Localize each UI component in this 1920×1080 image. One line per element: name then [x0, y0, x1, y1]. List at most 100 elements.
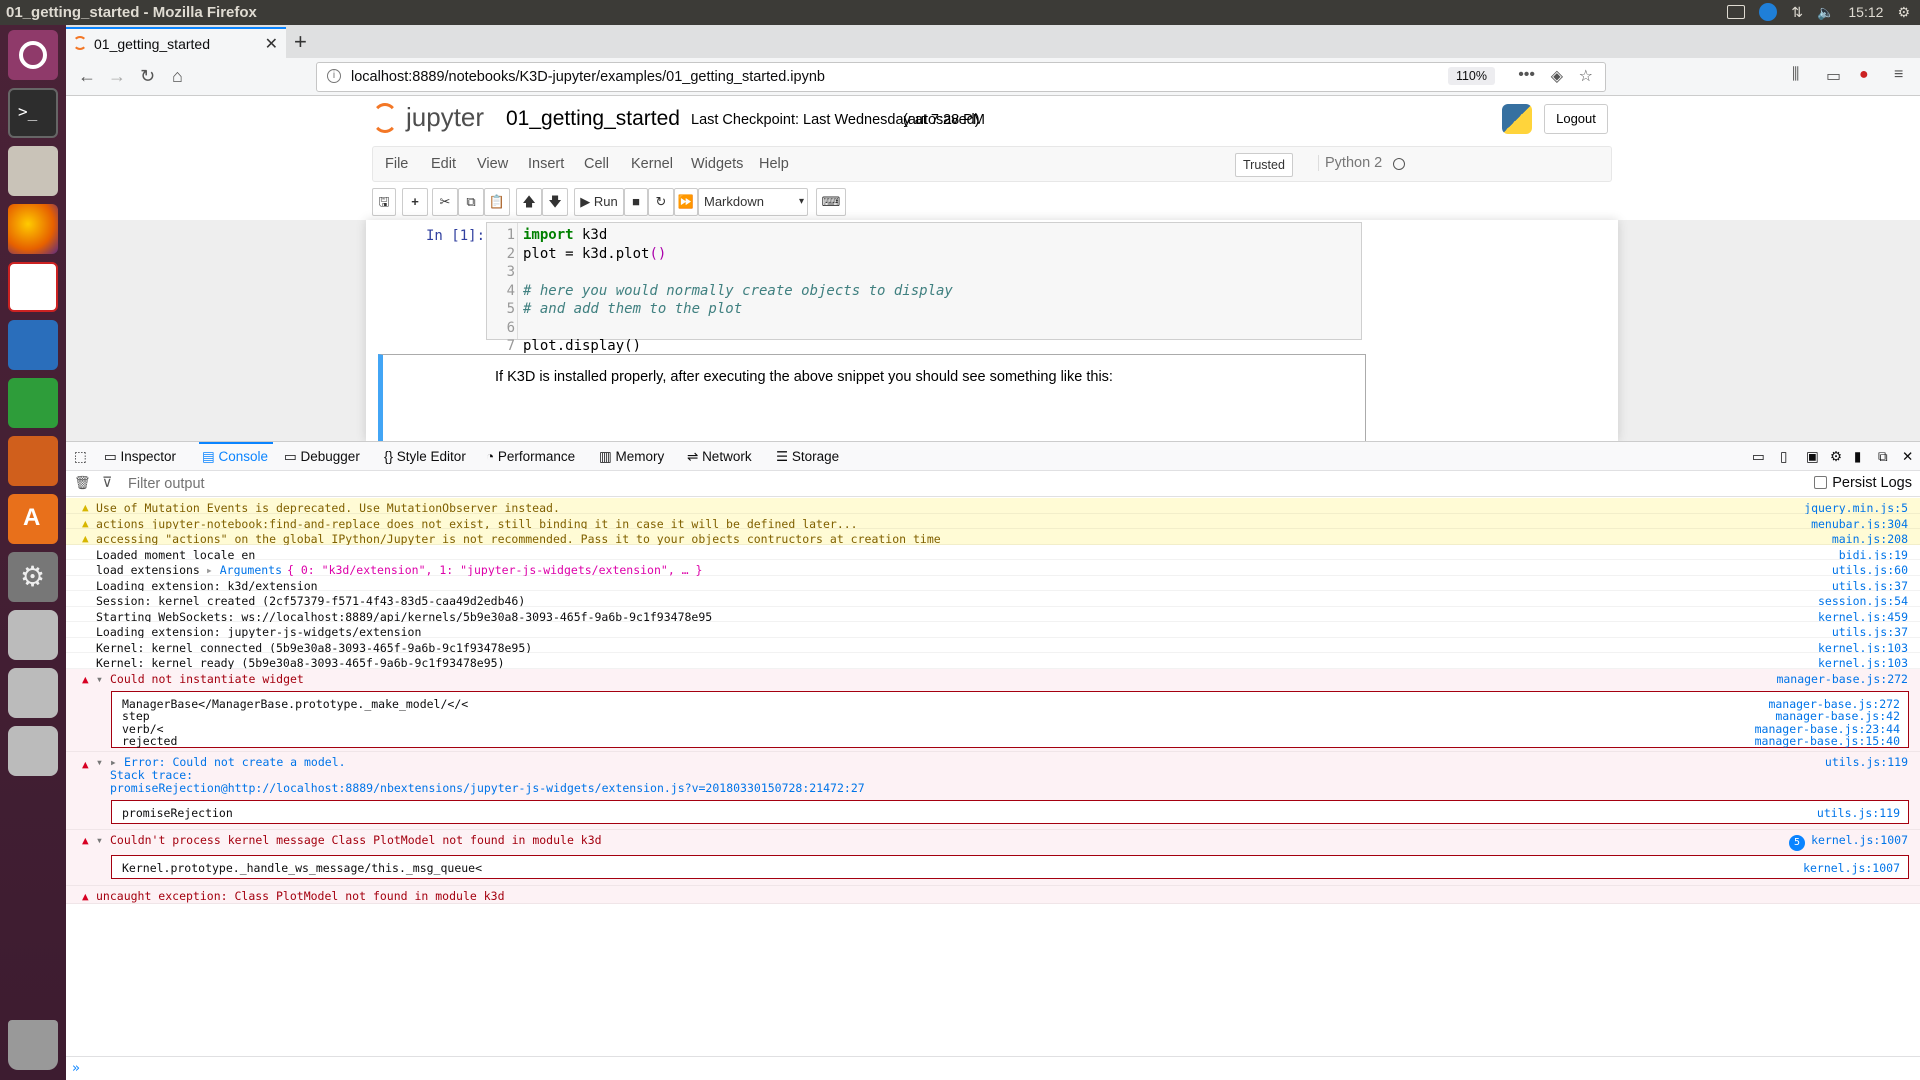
paste-icon[interactable]: 📋 — [484, 188, 510, 216]
filter-output-input[interactable]: Filter output — [128, 476, 205, 492]
code-line[interactable]: # and add them to the plot — [523, 301, 742, 317]
trash-icon[interactable] — [8, 1020, 58, 1070]
pocket-icon[interactable]: ◈ — [1551, 66, 1563, 86]
clock[interactable]: 15:12 — [1848, 4, 1883, 20]
logout-button[interactable]: Logout — [1544, 104, 1608, 134]
zoom-indicator[interactable]: 110% — [1447, 67, 1495, 85]
split-console-icon[interactable]: ▯ — [1780, 449, 1787, 465]
network-icon[interactable]: ⇅ — [1791, 4, 1803, 21]
source-link[interactable]: utils.js:119 — [1825, 755, 1908, 769]
responsive-design-icon[interactable]: ▭ — [1752, 449, 1765, 465]
code-line[interactable]: # here you would normally create objects… — [523, 283, 953, 299]
page-actions-icon[interactable]: ••• — [1518, 66, 1535, 84]
new-tab-icon[interactable]: + — [294, 29, 307, 55]
copy-icon[interactable]: ⧉ — [458, 188, 484, 216]
software-center-icon[interactable]: A — [8, 494, 58, 544]
drive-icon-3[interactable] — [8, 726, 58, 776]
impress-icon[interactable] — [8, 436, 58, 486]
stack-trace-text[interactable]: promiseRejection@http://localhost:8889/n… — [110, 781, 865, 795]
stack-frame-source[interactable]: kernel.js:1007 — [1803, 861, 1900, 875]
stack-frame-source[interactable]: utils.js:119 — [1817, 806, 1900, 820]
tab-console[interactable]: ▤ Console — [202, 449, 268, 465]
url-text[interactable]: localhost:8889/notebooks/K3D-jupyter/exa… — [351, 69, 825, 85]
trusted-indicator[interactable]: Trusted — [1235, 153, 1293, 177]
extension-icon[interactable]: ● — [1859, 66, 1869, 84]
tab-memory[interactable]: ▥ Memory — [599, 449, 664, 465]
file-manager-icon[interactable] — [8, 146, 58, 196]
error-text[interactable]: Error: Could not create a model. — [124, 755, 346, 769]
insert-cell-icon[interactable]: + — [402, 188, 428, 216]
menu-insert[interactable]: Insert — [528, 156, 564, 172]
code-line[interactable]: plot.display() — [523, 338, 641, 354]
sidebar-icon[interactable]: ▭ — [1826, 66, 1841, 86]
screenshot-icon[interactable]: ▣ — [1806, 449, 1819, 465]
restart-run-all-icon[interactable]: ⏩ — [674, 188, 698, 216]
tab-style-editor[interactable]: {} Style Editor — [384, 449, 466, 464]
menu-widgets[interactable]: Widgets — [691, 156, 743, 172]
jupyter-logo[interactable]: jupyter — [372, 102, 484, 133]
run-button[interactable]: ▶ Run — [574, 188, 624, 216]
code-cell[interactable]: 1 import k3d 2 plot = k3d.plot() 3 4 # here yo… — [486, 222, 1362, 354]
code-line[interactable]: plot = k3d.plot() — [523, 246, 666, 262]
bookmark-star-icon[interactable]: ☆ — [1579, 66, 1593, 86]
save-icon[interactable]: 🖫 — [372, 188, 396, 216]
source-link[interactable]: 5 kernel.js:1007 — [1789, 833, 1908, 851]
notebook-name[interactable]: 01_getting_started — [506, 107, 680, 131]
home-icon[interactable]: ⌂ — [172, 66, 183, 87]
menu-icon[interactable]: ≡ — [1894, 66, 1903, 84]
collapse-triangle-icon[interactable]: ▾ ▸ — [96, 755, 117, 769]
devtools-settings-icon[interactable]: ⚙ — [1830, 449, 1842, 465]
back-icon[interactable]: ← — [78, 66, 96, 87]
forward-icon[interactable]: → — [108, 66, 126, 87]
tab-inspector[interactable]: ▭ Inspector — [104, 449, 176, 465]
close-tab-icon[interactable]: ✕ — [265, 34, 278, 54]
menu-file[interactable]: File — [385, 156, 408, 172]
menu-help[interactable]: Help — [759, 156, 789, 172]
collapse-triangle-icon[interactable]: ▾ — [96, 672, 103, 686]
menu-edit[interactable]: Edit — [431, 156, 456, 172]
markdown-cell[interactable]: If K3D is installed properly, after exec… — [378, 354, 1366, 441]
url-bar[interactable]: i localhost:8889/notebooks/K3D-jupyter/e… — [316, 62, 1606, 92]
menu-cell[interactable]: Cell — [584, 156, 609, 172]
source-link-text[interactable]: kernel.js:1007 — [1811, 833, 1908, 847]
source-link[interactable]: manager-base.js:272 — [1776, 672, 1908, 686]
settings-icon[interactable]: ⚙ — [8, 552, 58, 602]
pick-element-icon[interactable]: ⬚ — [74, 449, 87, 465]
browser-tab[interactable]: 01_getting_started ✕ — [66, 27, 286, 58]
power-icon[interactable]: ⚙ — [1897, 4, 1910, 21]
cell-type-select[interactable]: Markdown ▾ — [698, 188, 808, 216]
keyboard-shortcuts-icon[interactable]: ⌨ — [816, 188, 846, 216]
drive-icon-2[interactable] — [8, 668, 58, 718]
ubuntu-home-icon[interactable] — [8, 30, 58, 80]
reload-icon[interactable]: ↻ — [140, 66, 155, 87]
terminal-icon[interactable]: >_ — [8, 88, 58, 138]
writer-icon[interactable] — [8, 320, 58, 370]
menu-view[interactable]: View — [477, 156, 508, 172]
menu-kernel[interactable]: Kernel — [631, 156, 673, 172]
firefox-icon[interactable] — [8, 204, 58, 254]
library-icon[interactable]: ⫼ — [1792, 66, 1799, 84]
console-input[interactable]: » — [66, 1056, 1920, 1080]
drive-icon-1[interactable] — [8, 610, 58, 660]
collapse-triangle-icon[interactable]: ▾ — [96, 833, 103, 847]
persist-logs-checkbox[interactable]: Persist Logs — [1814, 475, 1912, 491]
dock-side-icon[interactable]: ▮ — [1854, 449, 1861, 465]
stack-frame-source[interactable]: manager-base.js:15:40 — [1755, 734, 1900, 748]
document-viewer-icon[interactable] — [8, 262, 58, 312]
calc-icon[interactable] — [8, 378, 58, 428]
interrupt-icon[interactable]: ■ — [624, 188, 648, 216]
tab-debugger[interactable]: ▭ Debugger — [284, 449, 360, 465]
code-line[interactable]: import k3d — [523, 227, 607, 243]
clear-console-icon[interactable]: 🗑 — [74, 475, 91, 491]
keyboard-icon[interactable] — [1727, 5, 1746, 19]
close-devtools-icon[interactable]: ✕ — [1902, 449, 1913, 465]
volume-icon[interactable]: 🔈 — [1817, 4, 1834, 21]
tab-network[interactable]: ⇌ Network — [687, 449, 752, 465]
move-down-icon[interactable]: 🡇 — [542, 188, 568, 216]
teamviewer-icon[interactable] — [1759, 3, 1778, 21]
restart-icon[interactable]: ↻ — [648, 188, 674, 216]
move-up-icon[interactable]: 🡅 — [516, 188, 542, 216]
cut-icon[interactable]: ✂ — [432, 188, 458, 216]
site-info-icon[interactable]: i — [327, 69, 341, 83]
separate-window-icon[interactable]: ⧉ — [1878, 449, 1888, 465]
